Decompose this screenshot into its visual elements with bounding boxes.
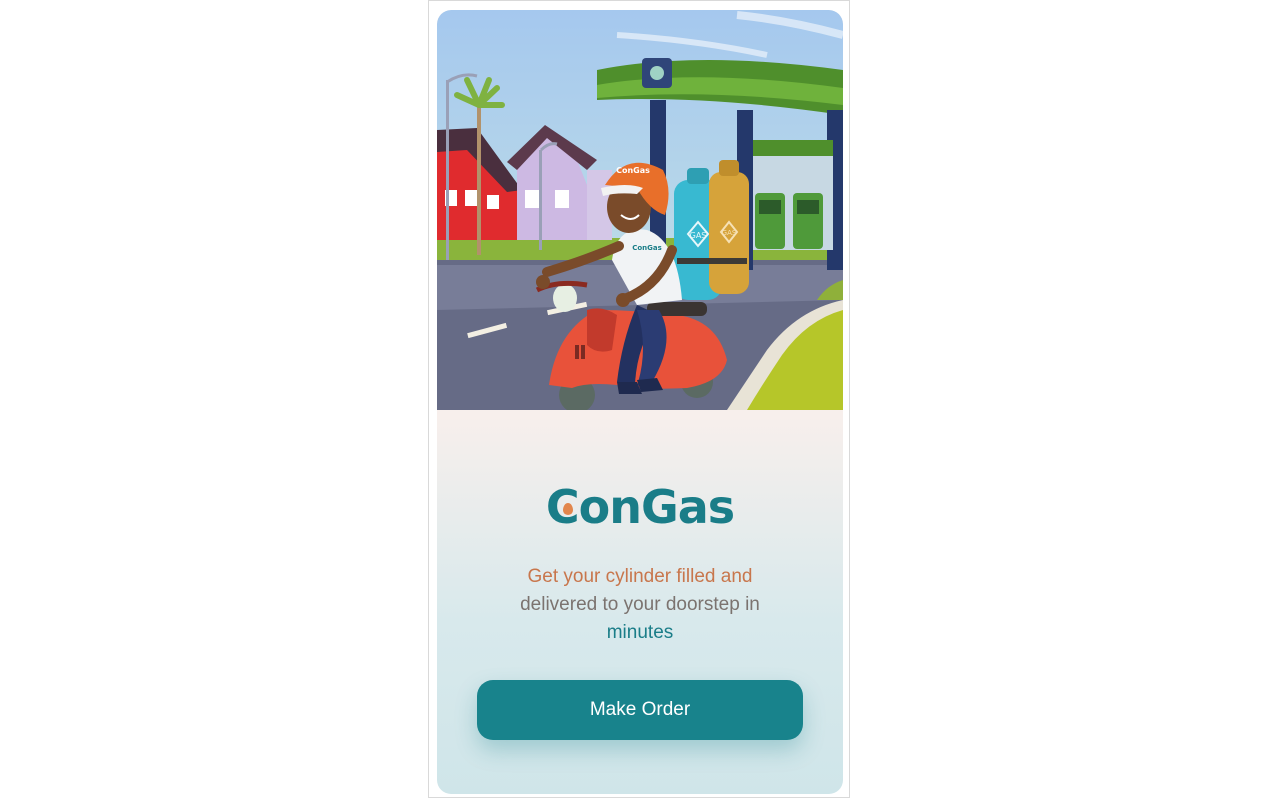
make-order-button[interactable]: Make Order [477, 680, 803, 740]
tagline-line3: minutes [606, 622, 674, 643]
tagline: Get your cylinder filled and delivered t… [477, 563, 803, 647]
brand-logo: ConGas [437, 480, 843, 534]
helmet-text: ConGas [616, 166, 650, 175]
cylinder-label-orange: GAS [722, 229, 737, 237]
tagline-line2: delivered to your doorstep in [520, 594, 760, 615]
logo-rest: onGas [578, 480, 736, 534]
tagline-line1: Get your cylinder filled and [527, 566, 753, 587]
onboarding-card: GAS GAS ConGas ConGas C onGas Get your c… [437, 10, 843, 794]
logo-first-letter: C [545, 480, 580, 534]
shirt-text: ConGas [632, 244, 662, 252]
brand-logo-c: C [545, 480, 580, 534]
cylinder-label-blue: GAS [690, 231, 707, 240]
flame-dot-icon [562, 503, 573, 515]
hero-illustration: GAS GAS ConGas ConGas [437, 10, 843, 410]
